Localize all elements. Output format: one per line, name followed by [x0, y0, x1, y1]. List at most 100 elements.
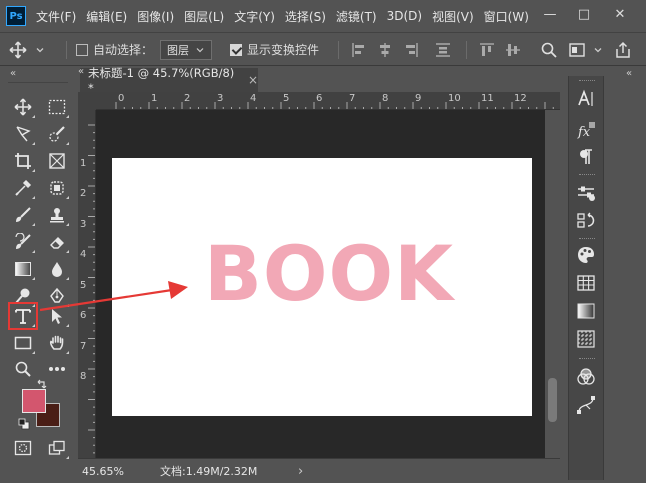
collapse-panel-icon[interactable]: « — [78, 66, 84, 77]
character-icon — [578, 89, 593, 106]
workspace-icon[interactable] — [568, 41, 586, 59]
character-panel-button[interactable] — [575, 88, 597, 110]
swatches-panel-button[interactable] — [575, 244, 597, 266]
align-top-alt-icon[interactable] — [434, 41, 452, 59]
ruler-tick-label: 2 — [80, 188, 87, 199]
auto-select-option[interactable]: 自动选择： — [76, 33, 153, 66]
blur-tool[interactable] — [44, 257, 70, 281]
document-tab[interactable]: 未标题-1 @ 45.7%(RGB/8) * × — [80, 66, 258, 95]
search-icon[interactable] — [540, 41, 558, 59]
ruler-origin[interactable] — [78, 92, 96, 110]
styles-panel-button[interactable]: fx — [575, 120, 597, 142]
healing-tool[interactable] — [44, 176, 70, 200]
align-top-icon[interactable] — [478, 41, 496, 59]
eraser-icon — [50, 237, 64, 249]
gradient-panel-icon — [577, 303, 595, 319]
hand-tool[interactable] — [44, 331, 70, 355]
menu-select[interactable]: 选择(S) — [285, 8, 326, 25]
default-colors-icon[interactable] — [18, 418, 30, 433]
collapse-panel-icon[interactable]: « — [10, 68, 16, 79]
zoom-tool[interactable] — [10, 357, 36, 381]
vertical-ruler[interactable]: 1 2 3 4 5 6 7 8 — [78, 110, 96, 458]
layer-select[interactable]: 图层 — [160, 39, 212, 60]
channels-panel-button[interactable] — [575, 210, 597, 232]
align-left-icon[interactable] — [350, 41, 368, 59]
patterns-panel-button[interactable] — [575, 328, 597, 350]
screen-mode-button[interactable] — [44, 436, 70, 460]
zoom-level[interactable]: 45.65% — [82, 465, 152, 478]
blur-icon — [52, 262, 62, 277]
menu-image[interactable]: 图像(I) — [137, 8, 174, 25]
more-icon — [49, 367, 65, 371]
share-icon[interactable] — [614, 41, 632, 59]
align-right-icon[interactable] — [402, 41, 420, 59]
lasso-tool[interactable] — [10, 122, 36, 146]
gradient-tool[interactable] — [10, 257, 36, 281]
grid-panel-button[interactable] — [575, 272, 597, 294]
document-canvas[interactable]: BOOK — [112, 158, 532, 416]
ruler-tick-label: 0 — [118, 93, 125, 104]
menu-3d[interactable]: 3D(D) — [387, 9, 422, 23]
ruler-tick-label: 6 — [316, 93, 323, 104]
crop-tool[interactable] — [10, 149, 36, 173]
menu-file[interactable]: 文件(F) — [36, 8, 76, 25]
chevron-down-icon[interactable] — [592, 41, 604, 59]
eyedropper-icon — [15, 179, 32, 196]
history-brush-tool[interactable] — [10, 230, 36, 254]
screen-mode-icon — [48, 440, 65, 455]
path-select-tool[interactable] — [44, 304, 70, 328]
menu-window[interactable]: 窗口(W) — [484, 8, 529, 25]
horizontal-ruler[interactable]: 0 1 2 3 4 5 6 7 8 9 10 11 12 — [96, 92, 560, 110]
paragraph-panel-button[interactable] — [575, 146, 597, 168]
adjustments-panel-button[interactable] — [575, 182, 597, 204]
show-transform-option[interactable]: 显示变换控件 — [230, 33, 319, 66]
zoom-icon — [15, 361, 31, 377]
paths-panel-button[interactable] — [575, 394, 597, 416]
quick-mask-button[interactable] — [10, 436, 36, 460]
color-panel-button[interactable] — [575, 366, 597, 388]
brush-tool[interactable] — [10, 203, 36, 227]
minimize-button[interactable]: — — [540, 6, 560, 24]
type-tool[interactable] — [8, 302, 38, 330]
path-select-icon — [52, 309, 62, 324]
stamp-tool[interactable] — [44, 203, 70, 227]
gradient-icon — [15, 262, 31, 276]
align-center-h-icon[interactable] — [376, 41, 394, 59]
gradients-panel-button[interactable] — [575, 300, 597, 322]
auto-select-label: 自动选择： — [93, 43, 154, 57]
ruler-tick-label: 5 — [80, 279, 87, 291]
marquee-icon — [48, 99, 66, 115]
close-tab-icon[interactable]: × — [248, 73, 258, 87]
canvas-text-layer[interactable]: BOOK — [112, 158, 532, 416]
rectangle-tool[interactable] — [10, 331, 36, 355]
move-tool-preset[interactable] — [8, 33, 46, 66]
frame-tool[interactable] — [44, 149, 70, 173]
maximize-button[interactable]: □ — [574, 6, 594, 24]
menu-edit[interactable]: 编辑(E) — [86, 8, 127, 25]
quick-select-tool[interactable] — [44, 122, 70, 146]
scrollbar-thumb[interactable] — [548, 378, 557, 422]
vertical-scrollbar[interactable] — [545, 110, 560, 458]
ruler-tick-label: 3 — [217, 93, 224, 104]
auto-select-checkbox[interactable] — [76, 43, 88, 56]
align-middle-v-icon[interactable] — [504, 41, 522, 59]
menu-view[interactable]: 视图(V) — [432, 8, 474, 25]
foreground-color-swatch[interactable] — [22, 389, 46, 413]
chevron-down-icon — [196, 47, 204, 52]
collapse-panel-icon[interactable]: « — [626, 68, 632, 79]
brush-icon — [16, 207, 31, 222]
ruler-tick-label: 11 — [481, 93, 494, 104]
move-tool[interactable] — [10, 95, 36, 119]
menu-layer[interactable]: 图层(L) — [184, 8, 224, 25]
menu-type[interactable]: 文字(Y) — [234, 8, 275, 25]
show-transform-checkbox[interactable] — [230, 43, 242, 56]
marquee-tool[interactable] — [44, 95, 70, 119]
eraser-tool[interactable] — [44, 230, 70, 254]
status-menu-arrow[interactable]: › — [298, 464, 303, 479]
eyedropper-tool[interactable] — [10, 176, 36, 200]
menu-filter[interactable]: 滤镜(T) — [336, 8, 377, 25]
layer-select-value: 图层 — [167, 43, 189, 57]
close-button[interactable]: ✕ — [610, 6, 630, 24]
styles-icon: fx — [577, 122, 595, 140]
auto-select-target[interactable]: 图层 — [160, 33, 212, 66]
